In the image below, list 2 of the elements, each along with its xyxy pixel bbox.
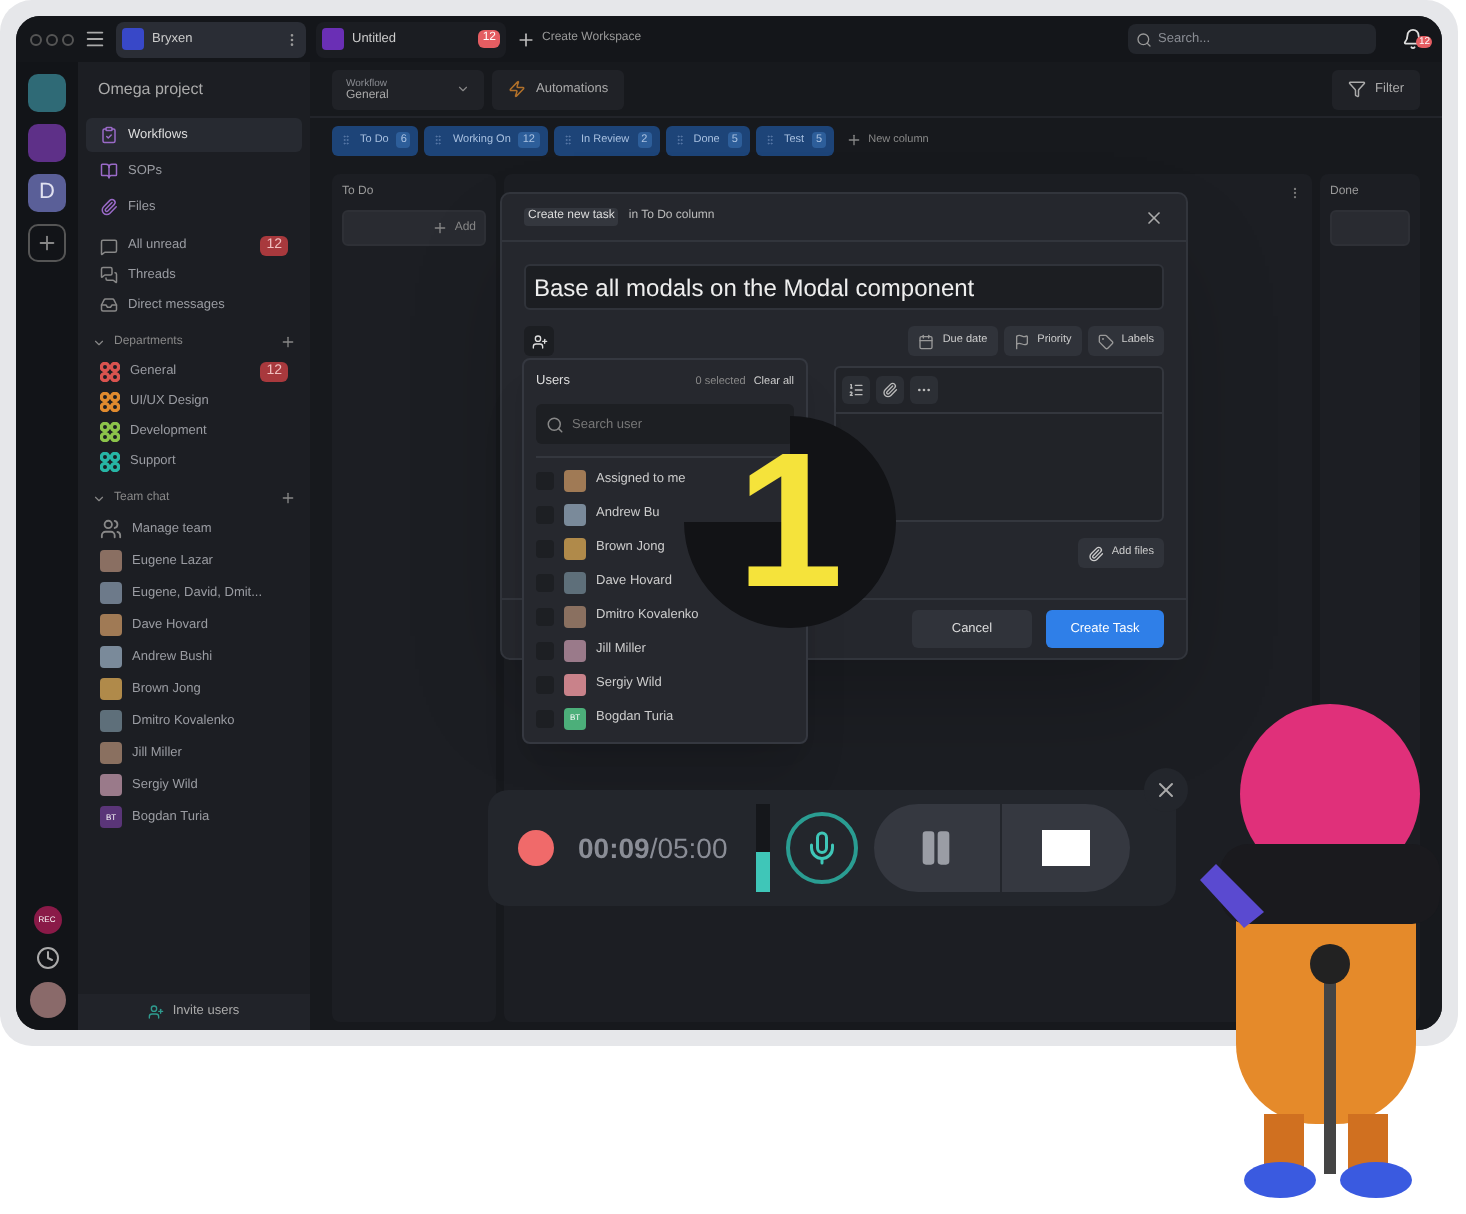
recording-time: 00:09/05:00 xyxy=(578,829,728,867)
project-name: Omega project xyxy=(98,78,203,102)
